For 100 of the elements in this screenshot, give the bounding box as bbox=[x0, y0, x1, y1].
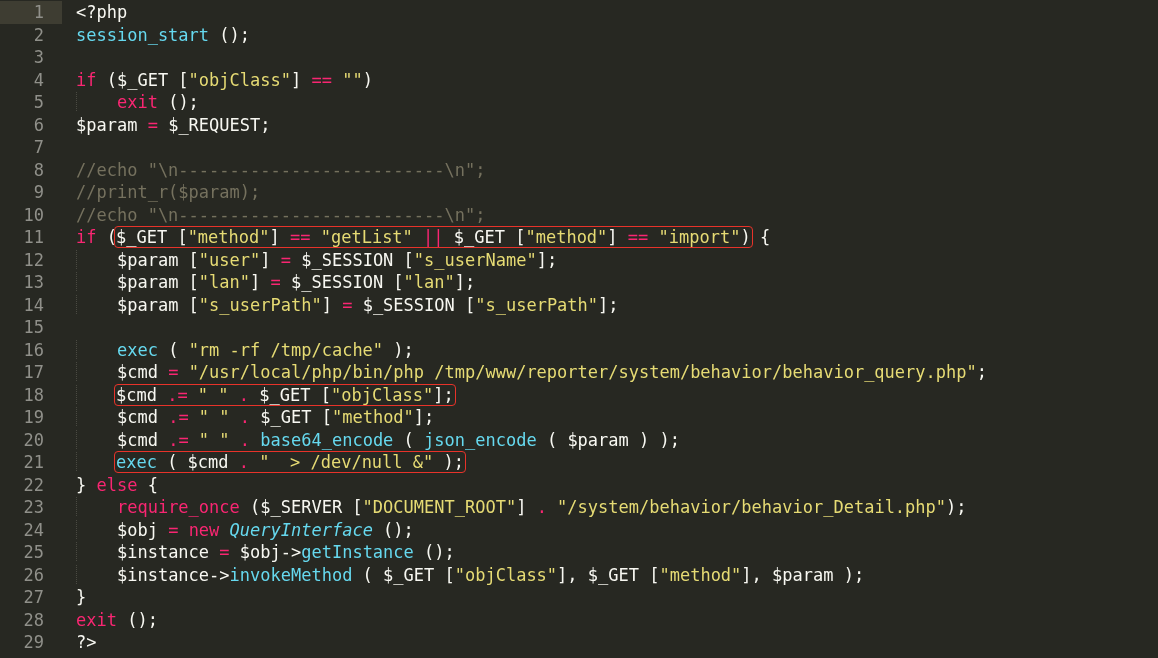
operator: . bbox=[536, 497, 548, 517]
line-number: 5 bbox=[32, 91, 45, 114]
code-text: ]; bbox=[413, 407, 435, 427]
operator: = bbox=[219, 542, 230, 562]
line-number: 8 bbox=[32, 158, 45, 181]
code-text: $_GET [ bbox=[259, 407, 332, 427]
code-text: $cmd bbox=[116, 362, 159, 382]
code-text: $instance bbox=[116, 542, 211, 562]
code-text: { bbox=[758, 227, 771, 247]
operator: = bbox=[270, 272, 281, 292]
code-text: ( bbox=[105, 227, 117, 247]
code-text: ( $cmd bbox=[166, 452, 230, 472]
code-text: $_GET [ bbox=[115, 227, 188, 247]
line-number: 1 bbox=[0, 1, 62, 24]
function-name: exec bbox=[116, 339, 158, 360]
code-text: ]; bbox=[433, 384, 454, 405]
line-number: 7 bbox=[32, 136, 45, 159]
string-literal: "objClass" bbox=[188, 69, 291, 90]
operator: . bbox=[238, 452, 251, 472]
string-literal: "rm -rf /tmp/cache" bbox=[188, 339, 384, 360]
string-literal: " > /dev/null &" bbox=[259, 452, 434, 472]
line-number: 16 bbox=[22, 338, 45, 361]
keyword: exit bbox=[116, 92, 158, 112]
string-literal: "import" bbox=[658, 227, 741, 247]
string-literal: "" bbox=[342, 69, 363, 90]
line-number: 10 bbox=[22, 203, 45, 226]
code-text: $_SESSION [ bbox=[290, 272, 404, 292]
line-number: 23 bbox=[22, 496, 45, 519]
string-literal: "/usr/local/php/bin/php /tmp/www/reporter/system/behavior/behavior_query.php" bbox=[188, 362, 977, 382]
operator: = bbox=[168, 519, 180, 540]
keyword: new bbox=[188, 519, 221, 540]
code-text: $cmd bbox=[116, 407, 159, 427]
operator: = bbox=[168, 362, 180, 382]
string-literal: " " bbox=[198, 429, 230, 450]
code-text: ] bbox=[516, 497, 528, 517]
line-number: 24 bbox=[22, 518, 45, 541]
operator: == bbox=[627, 227, 650, 247]
code-text: ] bbox=[321, 294, 333, 315]
function-name: base64_encode bbox=[260, 429, 394, 450]
keyword: require_once bbox=[116, 497, 240, 517]
code-text: ], $_GET [ bbox=[557, 564, 660, 585]
function-name: exec bbox=[115, 452, 157, 472]
line-number: 13 bbox=[22, 271, 45, 294]
code-text: ( bbox=[402, 429, 415, 450]
keyword: if bbox=[76, 227, 97, 247]
code-text: $instance-> bbox=[116, 564, 230, 585]
keyword: else bbox=[96, 474, 138, 495]
code-text: <?php bbox=[76, 2, 128, 22]
code-text: ( $param ) ); bbox=[545, 429, 680, 450]
operator: . bbox=[238, 429, 252, 450]
string-literal: "objClass" bbox=[330, 384, 434, 405]
string-literal: "lan" bbox=[198, 272, 251, 292]
line-number: 21 bbox=[22, 451, 45, 474]
class-name: QueryInterface bbox=[229, 519, 373, 540]
line-number: 26 bbox=[22, 563, 45, 586]
code-text: (); bbox=[382, 519, 414, 540]
code-text: $cmd bbox=[116, 429, 159, 450]
string-literal: "method" bbox=[331, 407, 414, 427]
line-number: 18 bbox=[22, 383, 45, 406]
code-text: ) bbox=[362, 69, 373, 90]
keyword: exit bbox=[76, 609, 117, 630]
operator: || bbox=[422, 227, 445, 247]
code-text: $obj bbox=[116, 519, 159, 540]
string-literal: " " bbox=[198, 407, 230, 427]
string-literal: "s_userName" bbox=[413, 249, 537, 270]
string-literal: " " bbox=[197, 384, 229, 405]
code-text: (); bbox=[423, 542, 455, 562]
code-text: { bbox=[146, 474, 158, 495]
code-text: (); bbox=[126, 609, 158, 630]
code-text: } bbox=[76, 474, 88, 495]
code-text: $_GET [ bbox=[453, 227, 526, 247]
operator: = bbox=[280, 249, 291, 270]
string-literal: "s_userPath" bbox=[475, 294, 599, 315]
code-comment: //echo "\n--------------------------\n"; bbox=[76, 159, 486, 180]
code-text: ]; bbox=[454, 272, 476, 292]
string-literal: "objClass" bbox=[454, 564, 558, 585]
operator: == bbox=[311, 69, 333, 90]
line-number: 4 bbox=[32, 68, 45, 91]
string-literal: "DOCUMENT_ROOT" bbox=[362, 497, 517, 517]
code-text: ) bbox=[740, 227, 751, 247]
code-text: ], $param ); bbox=[741, 564, 865, 585]
line-number: 11 bbox=[22, 226, 45, 249]
function-name: json_encode bbox=[424, 429, 537, 450]
line-number: 9 bbox=[32, 181, 45, 204]
operator: .= bbox=[167, 384, 189, 405]
code-text: $_REQUEST; bbox=[167, 114, 271, 135]
code-text: (); bbox=[167, 92, 199, 112]
code-text: $param [ bbox=[116, 249, 199, 270]
string-literal: "/system/behavior/behavior_Detail.php" bbox=[557, 497, 947, 517]
code-text: ; bbox=[976, 362, 987, 382]
code-text: ] bbox=[290, 69, 303, 90]
string-literal: "lan" bbox=[403, 272, 455, 292]
line-number: 28 bbox=[22, 608, 45, 631]
line-number: 20 bbox=[22, 428, 45, 451]
line-number: 2 bbox=[32, 23, 45, 46]
code-text: ] bbox=[260, 249, 272, 270]
operator: == bbox=[290, 227, 312, 247]
code-text: ] bbox=[607, 227, 619, 247]
code-text: ] bbox=[250, 272, 262, 292]
line-number: 14 bbox=[22, 293, 45, 316]
